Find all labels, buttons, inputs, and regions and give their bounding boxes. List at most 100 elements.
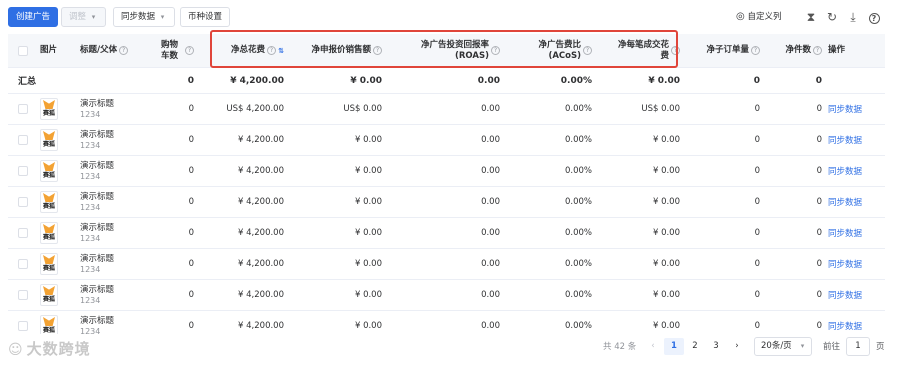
help-icon[interactable]: ? bbox=[865, 8, 883, 26]
cell-orders: 0 bbox=[754, 290, 760, 300]
table-row: 赛狐 演示标题 1234 0 ¥ 4,200.00 ¥ 0.00 0.00 0.00% ¥ 0.… bbox=[8, 187, 885, 218]
cell-cart: 0 bbox=[188, 135, 194, 145]
summary-cart: 0 bbox=[187, 75, 194, 86]
cell-orders: 0 bbox=[754, 104, 760, 114]
row-checkbox[interactable] bbox=[18, 156, 38, 186]
summary-acos: 0.00% bbox=[560, 75, 592, 86]
table-row: 赛狐 演示标题 1234 0 ¥ 4,200.00 ¥ 0.00 0.00 0.00% ¥ 0.… bbox=[8, 125, 885, 156]
cell-units: 0 bbox=[816, 321, 822, 331]
cell-cpa: ¥ 0.00 bbox=[652, 166, 680, 176]
custom-columns-button[interactable]: ◎ 自定义列 bbox=[736, 8, 781, 26]
col-net-spend[interactable]: 净总花费? ⇅ bbox=[200, 34, 290, 67]
help-icon: ? bbox=[491, 46, 500, 55]
title-cell: 演示标题 1234 bbox=[80, 129, 115, 150]
col-acos[interactable]: 净广告费比(ACoS)? bbox=[506, 34, 598, 67]
summary-cpa: ¥ 0.00 bbox=[648, 75, 680, 86]
row-checkbox[interactable] bbox=[18, 218, 38, 248]
page-3-button[interactable]: 3 bbox=[706, 338, 726, 355]
cell-cpa: ¥ 0.00 bbox=[652, 321, 680, 331]
table-row: 赛狐 演示标题 1234 0 US$ 4,200.00 US$ 0.00 0.00 0.00%… bbox=[8, 94, 885, 125]
sync-data-link[interactable]: 同步数据 bbox=[824, 125, 879, 155]
table-row: 赛狐 演示标题 1234 0 ¥ 4,200.00 ¥ 0.00 0.00 0.00% ¥ 0.… bbox=[8, 249, 885, 280]
goto-page-input[interactable]: 1 bbox=[846, 337, 870, 356]
product-image: 赛狐 bbox=[40, 311, 70, 334]
summary-net-spend: ¥ 4,200.00 bbox=[230, 75, 284, 86]
row-checkbox[interactable] bbox=[18, 94, 38, 124]
cell-roas: 0.00 bbox=[481, 104, 500, 114]
col-net-sales[interactable]: 净申报价销售额? bbox=[290, 34, 388, 67]
cell-cart: 0 bbox=[188, 321, 194, 331]
next-page-button[interactable]: › bbox=[727, 338, 747, 355]
cell-units: 0 bbox=[816, 290, 822, 300]
sync-data-link[interactable]: 同步数据 bbox=[824, 156, 879, 186]
cell-acos: 0.00% bbox=[564, 135, 592, 145]
select-all-checkbox[interactable] bbox=[18, 34, 38, 67]
col-cart[interactable]: 购物车数? bbox=[158, 34, 200, 67]
summary-orders: 0 bbox=[753, 75, 760, 86]
cell-roas: 0.00 bbox=[481, 166, 500, 176]
col-units[interactable]: 净件数? bbox=[766, 34, 828, 67]
sort-icon: ⇅ bbox=[278, 46, 284, 55]
table-row: 赛狐 演示标题 1234 0 ¥ 4,200.00 ¥ 0.00 0.00 0.00% ¥ 0.… bbox=[8, 280, 885, 311]
fox-logo-icon bbox=[43, 100, 55, 109]
summary-net-sales: ¥ 0.00 bbox=[350, 75, 382, 86]
toolbar: 创建广告 调整 ▾ 同步数据 ▾ 币种设置 ◎ 自定义列 ⧗ ↻ ⤓ ? bbox=[0, 0, 900, 34]
cell-orders: 0 bbox=[754, 197, 760, 207]
row-checkbox[interactable] bbox=[18, 249, 38, 279]
create-ad-button[interactable]: 创建广告 bbox=[8, 7, 59, 27]
cell-acos: 0.00% bbox=[564, 259, 592, 269]
sync-data-link[interactable]: 同步数据 bbox=[824, 187, 879, 217]
fox-logo-icon bbox=[43, 317, 55, 326]
page-size-select[interactable]: 20条/页 ▾ bbox=[754, 337, 812, 356]
sync-data-link[interactable]: 同步数据 bbox=[824, 94, 879, 124]
title-cell: 演示标题 1234 bbox=[80, 98, 115, 119]
prev-page-button[interactable]: ‹ bbox=[643, 338, 663, 355]
cell-acos: 0.00% bbox=[564, 166, 592, 176]
cell-roas: 0.00 bbox=[481, 197, 500, 207]
cell-orders: 0 bbox=[754, 321, 760, 331]
help-icon: ? bbox=[751, 46, 760, 55]
cell-net-spend: ¥ 4,200.00 bbox=[238, 197, 284, 207]
cell-cart: 0 bbox=[188, 228, 194, 238]
sync-data-link[interactable]: 同步数据 bbox=[824, 311, 879, 334]
cell-net-spend: ¥ 4,200.00 bbox=[238, 228, 284, 238]
help-icon: ? bbox=[671, 46, 680, 55]
download-icon[interactable]: ⤓ bbox=[844, 8, 862, 26]
row-checkbox[interactable] bbox=[18, 280, 38, 310]
col-title: 标题/父体? bbox=[76, 34, 171, 67]
sync-data-link[interactable]: 同步数据 bbox=[824, 280, 879, 310]
currency-settings-button[interactable]: 币种设置 bbox=[180, 7, 231, 27]
cell-orders: 0 bbox=[754, 259, 760, 269]
sync-data-link[interactable]: 同步数据 bbox=[824, 249, 879, 279]
page-1-button[interactable]: 1 bbox=[664, 338, 684, 355]
table-row: 赛狐 演示标题 1234 0 ¥ 4,200.00 ¥ 0.00 0.00 0.00% ¥ 0.… bbox=[8, 156, 885, 187]
row-checkbox[interactable] bbox=[18, 187, 38, 217]
help-icon: ? bbox=[813, 46, 822, 55]
col-orders[interactable]: 净子订单量? bbox=[686, 34, 766, 67]
row-checkbox[interactable] bbox=[18, 311, 38, 334]
help-icon: ? bbox=[119, 46, 129, 55]
help-icon: ? bbox=[583, 46, 592, 55]
sync-data-dropdown[interactable]: 同步数据 ▾ bbox=[113, 7, 176, 27]
help-icon: ? bbox=[185, 46, 194, 55]
title-cell: 演示标题 1234 bbox=[80, 315, 115, 335]
pagination-total: 共 42 条 bbox=[603, 342, 637, 352]
hourglass-icon[interactable]: ⧗ bbox=[802, 8, 820, 26]
cell-units: 0 bbox=[816, 104, 822, 114]
settings-circle-icon: ◎ bbox=[736, 11, 745, 22]
product-image: 赛狐 bbox=[40, 156, 70, 186]
cell-net-sales: ¥ 0.00 bbox=[354, 259, 382, 269]
row-checkbox[interactable] bbox=[18, 125, 38, 155]
summary-row: 汇总 0 ¥ 4,200.00 ¥ 0.00 0.00 0.00% ¥ 0.00… bbox=[8, 68, 885, 94]
cell-roas: 0.00 bbox=[481, 135, 500, 145]
page-2-button[interactable]: 2 bbox=[685, 338, 705, 355]
col-cpa[interactable]: 净每笔成交花费? bbox=[598, 34, 686, 67]
refresh-icon[interactable]: ↻ bbox=[823, 8, 841, 26]
title-cell: 演示标题 1234 bbox=[80, 222, 115, 243]
cell-net-sales: ¥ 0.00 bbox=[354, 321, 382, 331]
cell-net-sales: ¥ 0.00 bbox=[354, 228, 382, 238]
col-ops: 操作 bbox=[828, 45, 846, 55]
adjust-dropdown[interactable]: 调整 ▾ bbox=[61, 7, 107, 27]
col-roas[interactable]: 净广告投资回报率(ROAS)? bbox=[388, 34, 506, 67]
sync-data-link[interactable]: 同步数据 bbox=[824, 218, 879, 248]
